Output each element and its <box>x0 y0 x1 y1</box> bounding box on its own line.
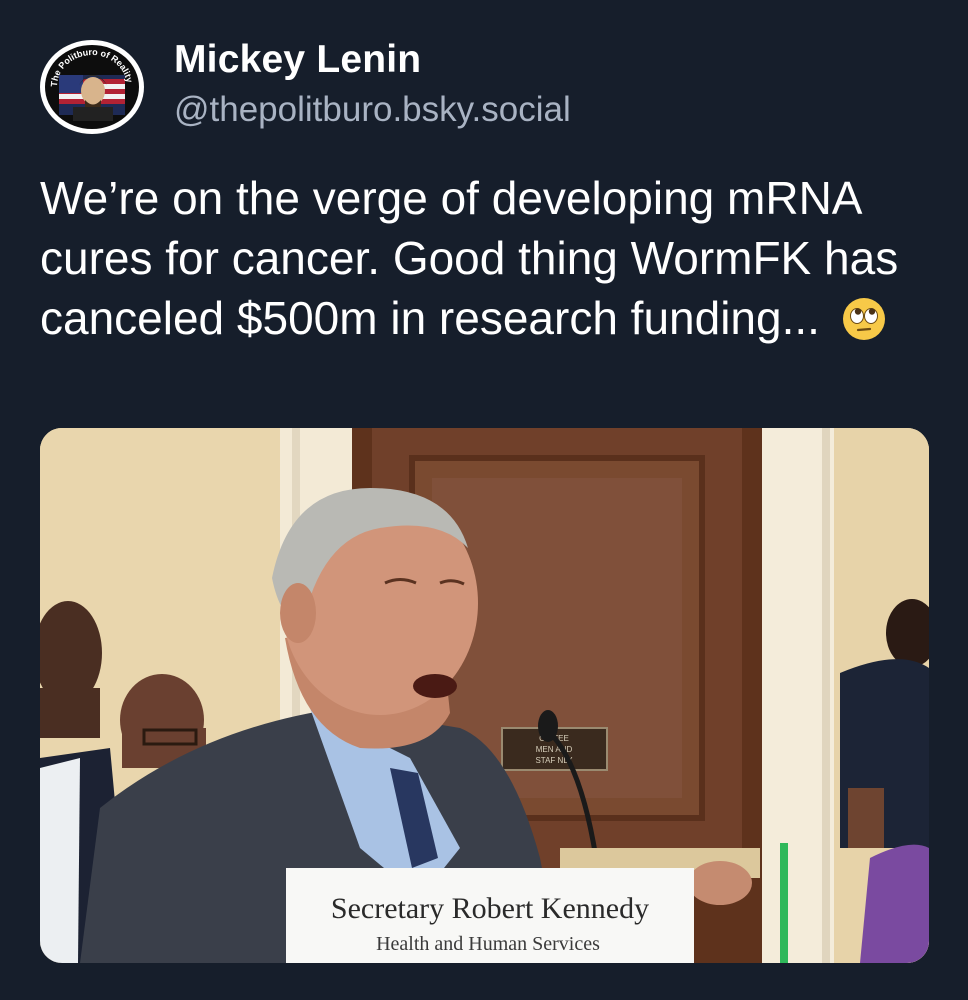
post-body: We’re on the verge of developing mRNA cu… <box>40 172 899 344</box>
post-image[interactable]: CO TEE MEN AND STAF NLY <box>40 428 929 963</box>
avatar[interactable]: The Politburo of Reality Mockery <box>40 40 144 134</box>
author-handle[interactable]: @thepolitburo.bsky.social <box>174 90 571 130</box>
placard-title: Secretary Robert Kennedy <box>331 892 649 925</box>
avatar-image: The Politburo of Reality Mockery <box>45 45 139 129</box>
post-text: We’re on the verge of developing mRNA cu… <box>40 168 930 348</box>
placard-subtitle: Health and Human Services <box>376 933 600 955</box>
hearing-photo: CO TEE MEN AND STAF NLY <box>40 428 929 963</box>
eye-roll-emoji-icon <box>841 296 887 342</box>
avatar-portrait-icon: The Politburo of Reality Mockery <box>45 45 135 121</box>
author-display-name[interactable]: Mickey Lenin <box>174 38 421 82</box>
post-card: The Politburo of Reality Mockery Mickey … <box>0 0 968 1000</box>
